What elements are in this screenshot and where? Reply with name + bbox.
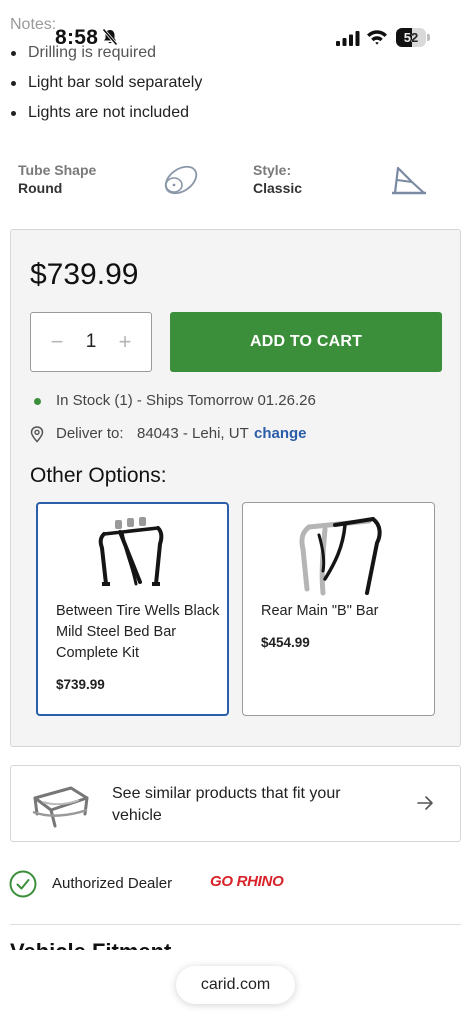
similar-products-text: See similar products that fit your vehic…: [112, 785, 341, 824]
note-item: Drilling is required: [10, 42, 202, 72]
option-card-rear-b-bar[interactable]: Rear Main "B" Bar $454.99: [242, 502, 435, 716]
purchase-box: $739.99 − 1 + ADD TO CART In Stock (1) -…: [10, 229, 461, 747]
arrow-right-icon: [417, 796, 433, 810]
qty-increment-button[interactable]: +: [113, 330, 137, 354]
deliver-label: Deliver to:: [56, 425, 124, 442]
check-circle-icon: [9, 870, 37, 898]
spec-tube-shape: Tube Shape Round: [18, 162, 96, 196]
in-stock-dot-icon: [34, 398, 41, 405]
note-item: Light bar sold separately: [10, 72, 202, 102]
option-name: Rear Main "B" Bar: [261, 603, 379, 619]
bed-bar-kit-image: [98, 517, 164, 586]
qty-decrement-button[interactable]: −: [45, 330, 69, 354]
stock-text: In Stock (1) - Ships Tomorrow 01.26.26: [56, 392, 316, 409]
spec-value: Round: [18, 180, 63, 196]
product-price: $739.99: [30, 258, 139, 291]
battery-percent: 52: [403, 30, 419, 45]
spec-label: Tube Shape: [18, 162, 97, 178]
rear-b-bar-image: [299, 517, 382, 596]
notes-heading: Notes:: [10, 16, 57, 33]
authorized-dealer-label: Authorized Dealer: [52, 875, 173, 892]
quantity-stepper[interactable]: − 1 +: [30, 312, 152, 372]
similar-products-link[interactable]: See similar products that fit your vehic…: [10, 765, 461, 842]
classic-style-icon: [392, 166, 426, 195]
round-tube-icon: [164, 165, 198, 195]
spec-style: Style: Classic: [253, 162, 302, 196]
cellular-signal-icon: [336, 31, 360, 46]
go-rhino-logo: GO RHINO: [210, 873, 284, 890]
add-to-cart-button[interactable]: ADD TO CART: [170, 312, 442, 372]
qty-value[interactable]: 1: [71, 330, 111, 354]
battery-icon: 52: [396, 28, 430, 47]
deliver-location: 84043 - Lehi, UT: [137, 425, 249, 442]
option-price: $739.99: [56, 677, 105, 692]
spec-value: Classic: [253, 180, 303, 196]
notes-list: Drilling is required Light bar sold sepa…: [10, 42, 202, 132]
change-location-link[interactable]: change: [254, 425, 307, 442]
option-price: $454.99: [261, 635, 310, 650]
wifi-icon: [367, 30, 387, 45]
bed-bar-thumbnail-image: [32, 786, 89, 828]
option-name: Between Tire Wells Black Mild Steel Bed …: [56, 603, 220, 661]
option-card-complete-kit[interactable]: Between Tire Wells Black Mild Steel Bed …: [36, 502, 229, 716]
other-options-title: Other Options:: [30, 464, 167, 487]
note-item: Lights are not included: [10, 102, 202, 132]
section-divider: [10, 924, 461, 925]
browser-url-bar[interactable]: carid.com: [176, 966, 295, 1004]
location-pin-icon: [30, 426, 44, 443]
spec-label: Style:: [253, 162, 292, 178]
